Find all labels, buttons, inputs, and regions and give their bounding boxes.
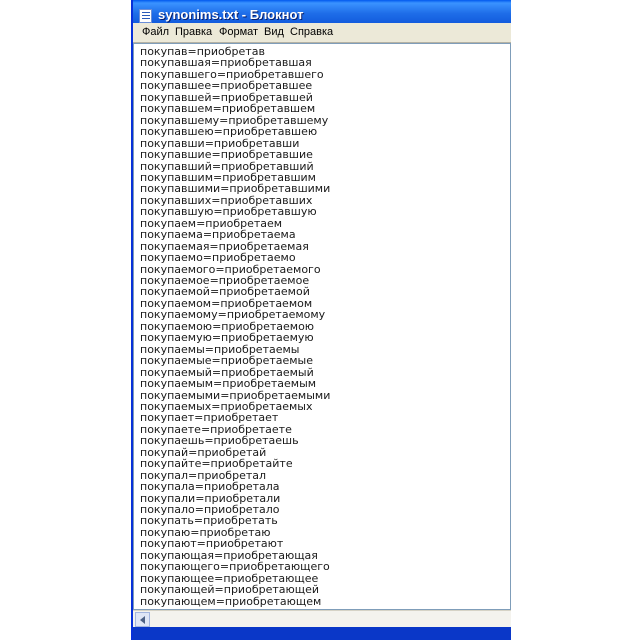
menu-file[interactable]: Файл [142,26,169,38]
text-line: покупал=приобретал [140,468,267,482]
text-line: покупаемых=приобретаемых [140,399,313,413]
text-line: покупавшие=приобретавшие [140,148,313,162]
text-line: покупали=приобретали [140,491,281,505]
text-line: покупаете=приобретаете [140,422,292,436]
menu-view[interactable]: Вид [264,26,284,38]
text-line: покупаемую=приобретаемую [140,331,314,345]
text-line: покупай=приобретай [140,445,267,459]
text-line: покупающее=приобретающее [140,571,319,585]
notepad-icon[interactable] [139,9,152,23]
text-line: покупало=приобретало [140,503,280,516]
text-line: покупают=приобретают [140,537,284,551]
notepad-window: synonims.txt - Блокнот Файл Правка Форма… [131,0,511,640]
text-line: покупать=приобретать [140,514,278,528]
scroll-left-arrow-icon[interactable] [135,612,150,627]
menu-bar: Файл Правка Формат Вид Справка [133,23,511,43]
text-line: покупает=приобретает [140,411,279,425]
text-line: покупающем=приобретающем [140,594,322,608]
text-line: покупавшем=приобретавшем [140,102,316,116]
window-title: synonims.txt - Блокнот [158,7,304,22]
menu-help[interactable]: Справка [290,26,333,38]
text-line: покупаемому=приобретаемому [140,308,326,322]
text-line: покупала=приобретала [140,480,280,494]
text-line: покупающая=приобретающая [140,548,318,562]
text-line: покупаемый=приобретаемый [140,365,314,379]
text-line: покупаемая=приобретаемая [140,239,309,253]
text-line: покупавших=приобретавших [140,193,313,207]
text-line: покупаемой=приобретаемой [140,285,310,299]
text-line: покупаемо=приобретаемо [140,251,296,265]
text-line: покупаешь=приобретаешь [140,434,299,448]
window-bottom-frame [133,627,511,640]
text-line: покупавшему=приобретавшему [140,113,329,127]
text-line: покупавшую=приобретавшую [140,205,317,219]
text-line: покупавши=приобретавши [140,136,300,150]
text-line: покупаемом=приобретаемом [140,296,313,310]
text-editor[interactable]: покупав=приобретав покупавшая=приобретавш… [133,43,511,610]
text-line: покупавшим=приобретавшим [140,170,316,184]
text-line: покупавшего=приобретавшего [140,67,324,81]
menu-format[interactable]: Формат [219,26,258,38]
text-line: покупаем=приобретаем [140,216,283,230]
text-line: покупаемое=приобретаемое [140,274,310,287]
text-line: покупаемыми=приобретаемыми [140,388,331,402]
text-line: покупающего=приобретающего [140,560,330,574]
text-line: покупавший=приобретавший [140,159,314,173]
text-line: покупавшею=приобретавшею [140,125,318,139]
text-line: покупаемою=приобретаемою [140,319,315,333]
horizontal-scrollbar[interactable] [133,610,511,628]
text-line: покупаемого=приобретаемого [140,262,321,276]
text-line: покупаемым=приобретаемым [140,377,317,391]
text-line: покупав=приобретав [140,45,265,58]
text-line: покупавшей=приобретавшей [140,90,313,104]
menu-edit[interactable]: Правка [175,26,212,38]
text-line: покупавшими=приобретавшими [140,182,331,196]
text-line: покупайте=приобретайте [140,457,293,471]
text-line: покупаемые=приобретаемые [140,354,313,368]
text-line: покупающей=приобретающей [140,583,320,597]
text-line: покупавшее=приобретавшее [140,79,313,93]
text-line: покупавшая=приобретавшая [140,56,312,70]
text-line: покупаемы=приобретаемы [140,342,300,356]
text-line: покупаема=приобретаема [140,228,296,242]
text-line: покупаю=приобретаю [140,525,271,539]
